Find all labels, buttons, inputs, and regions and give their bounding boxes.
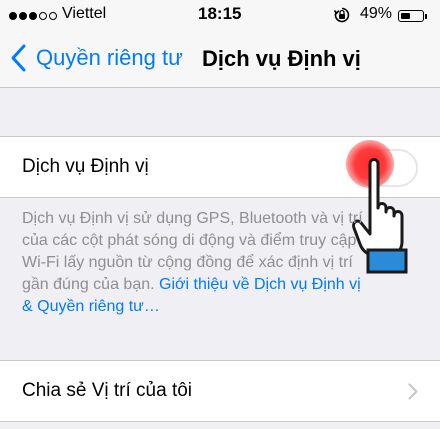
- status-time: 18:15: [198, 4, 242, 23]
- location-services-label: Dịch vụ Định vị: [22, 156, 149, 177]
- back-button-label: Quyền riêng tư: [36, 45, 183, 70]
- battery-percentage: 49%: [360, 5, 393, 22]
- page-title: Dịch vụ Định vị: [202, 46, 361, 71]
- carrier-name: Viettel: [62, 5, 107, 22]
- navigation-bar: Quyền riêng tư Dịch vụ Định vị: [0, 30, 440, 88]
- share-my-location-label: Chia sẻ Vị trí của tôi: [22, 380, 193, 401]
- chevron-right-icon: [408, 383, 418, 400]
- share-my-location-cell[interactable]: Chia sẻ Vị trí của tôi: [0, 360, 440, 422]
- back-button[interactable]: Quyền riêng tư: [8, 40, 183, 76]
- chevron-left-icon: [11, 44, 26, 72]
- status-bar: Viettel 18:15 49%: [0, 0, 440, 30]
- battery-icon: [398, 10, 424, 22]
- location-services-description: Dịch vụ Định vị sử dụng GPS, Bluetooth v…: [22, 208, 372, 318]
- rotation-lock-icon: [333, 7, 350, 23]
- signal-strength-icon: [9, 12, 57, 20]
- battery-tip: [425, 14, 427, 19]
